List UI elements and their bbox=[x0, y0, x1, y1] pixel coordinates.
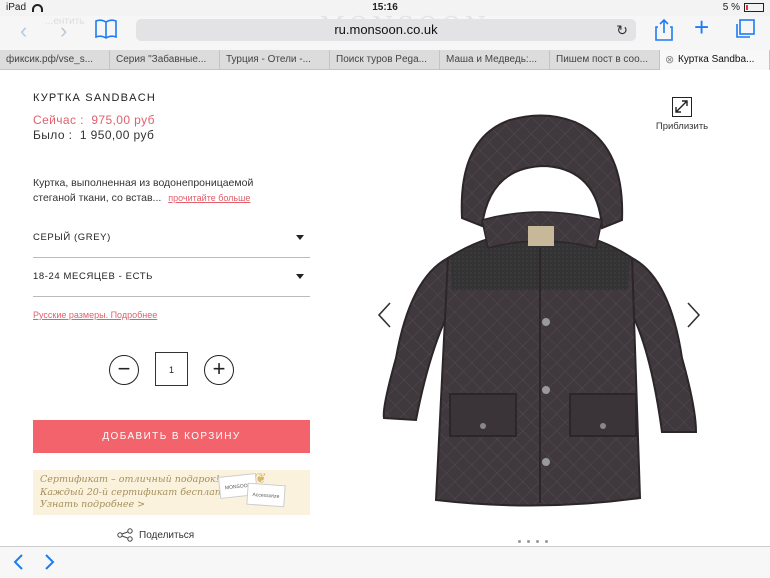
forward-icon[interactable] bbox=[44, 551, 56, 577]
share-icon[interactable] bbox=[654, 18, 674, 46]
price-now-value: 975,00 руб bbox=[91, 113, 155, 127]
tab-3[interactable]: Турция - Отели -... bbox=[220, 50, 330, 70]
tab-strip: фиксик.рф/vse_s... Серия "Забавные... Ту… bbox=[0, 50, 770, 70]
quantity-input[interactable]: 1 bbox=[155, 352, 188, 386]
color-select-value: СЕРЫЙ (GREY) bbox=[33, 232, 111, 243]
price-now-label: Сейчас : bbox=[33, 113, 84, 127]
battery-icon bbox=[744, 3, 764, 12]
price-now: Сейчас : 975,00 руб bbox=[33, 113, 155, 127]
carousel-dot[interactable] bbox=[536, 540, 539, 543]
tab-4[interactable]: Поиск туров Pega... bbox=[330, 50, 440, 70]
product-title: КУРТКА SANDBACH bbox=[33, 92, 157, 104]
tab-5[interactable]: Маша и Медведь:... bbox=[440, 50, 550, 70]
quantity-stepper: − 1 + bbox=[109, 352, 235, 388]
tab-2[interactable]: Серия "Забавные... bbox=[110, 50, 220, 70]
reload-icon[interactable]: ↻ bbox=[616, 19, 628, 41]
gift-card-image-2: Accessorize bbox=[246, 482, 286, 508]
forward-icon[interactable]: › bbox=[60, 20, 67, 42]
carousel-dot[interactable] bbox=[518, 540, 521, 543]
share-label: Поделиться bbox=[139, 529, 195, 541]
banner-text: Сертификат – отличный подарок! Каждый 20… bbox=[40, 474, 239, 512]
product-image bbox=[382, 114, 698, 507]
address-bar[interactable]: ru.monsoon.co.uk ↻ bbox=[136, 19, 636, 41]
tab-active[interactable]: ⊗ Куртка Sandba... bbox=[660, 50, 770, 70]
decrease-qty-button[interactable]: − bbox=[109, 355, 139, 385]
bookmarks-icon[interactable] bbox=[94, 18, 118, 44]
new-tab-icon[interactable]: + bbox=[694, 14, 709, 40]
increase-qty-button[interactable]: + bbox=[204, 355, 234, 385]
url-text: ru.monsoon.co.uk bbox=[334, 22, 438, 37]
banner-line-3: Узнать подробнее > bbox=[40, 499, 146, 510]
carousel-dot[interactable] bbox=[545, 540, 548, 543]
banner-line-1: Сертификат – отличный подарок! bbox=[40, 474, 220, 485]
read-more-link[interactable]: прочитайте больше bbox=[168, 193, 250, 203]
gift-card-banner[interactable]: Сертификат – отличный подарок! Каждый 20… bbox=[33, 470, 310, 515]
chevron-down-icon bbox=[296, 274, 304, 279]
chevron-down-icon bbox=[296, 235, 304, 240]
back-icon[interactable]: ‹ bbox=[20, 20, 27, 42]
carousel-dot[interactable] bbox=[527, 540, 530, 543]
close-tab-icon[interactable]: ⊗ bbox=[665, 50, 674, 70]
banner-line-2: Каждый 20-й сертификат бесплатно. bbox=[40, 486, 239, 498]
price-was-value: 1 950,00 руб bbox=[79, 128, 155, 142]
price-was: Было : 1 950,00 руб bbox=[33, 128, 154, 142]
share-link[interactable]: Поделиться bbox=[117, 528, 194, 542]
tabs-overview-icon[interactable] bbox=[734, 18, 756, 44]
price-was-label: Было : bbox=[33, 128, 73, 142]
size-guide-link[interactable]: Русские размеры. Подробнее bbox=[33, 310, 157, 320]
share-nodes-icon bbox=[117, 528, 133, 542]
browser-toolbar: ...ентить MONSOON ‹ › ru.monsoon.co.uk ↻… bbox=[0, 12, 770, 50]
color-select[interactable]: СЕРЫЙ (GREY) bbox=[33, 220, 310, 258]
battery-percent: 5 % bbox=[722, 2, 740, 13]
back-icon[interactable] bbox=[12, 551, 24, 577]
product-description: Куртка, выполненная из водонепроницаемой… bbox=[33, 176, 283, 206]
tab-6[interactable]: Пишем пост в соо... bbox=[550, 50, 660, 70]
tab-1[interactable]: фиксик.рф/vse_s... bbox=[0, 50, 110, 70]
size-select-value: 18-24 МЕСЯЦЕВ - ЕСТЬ bbox=[33, 271, 153, 282]
browser-bottom-bar bbox=[0, 546, 770, 578]
tab-active-label: Куртка Sandba... bbox=[678, 54, 755, 65]
size-select[interactable]: 18-24 МЕСЯЦЕВ - ЕСТЬ bbox=[33, 259, 310, 297]
carousel-dots[interactable] bbox=[518, 540, 548, 543]
add-to-cart-button[interactable]: ДОБАВИТЬ В КОРЗИНУ bbox=[33, 420, 310, 453]
